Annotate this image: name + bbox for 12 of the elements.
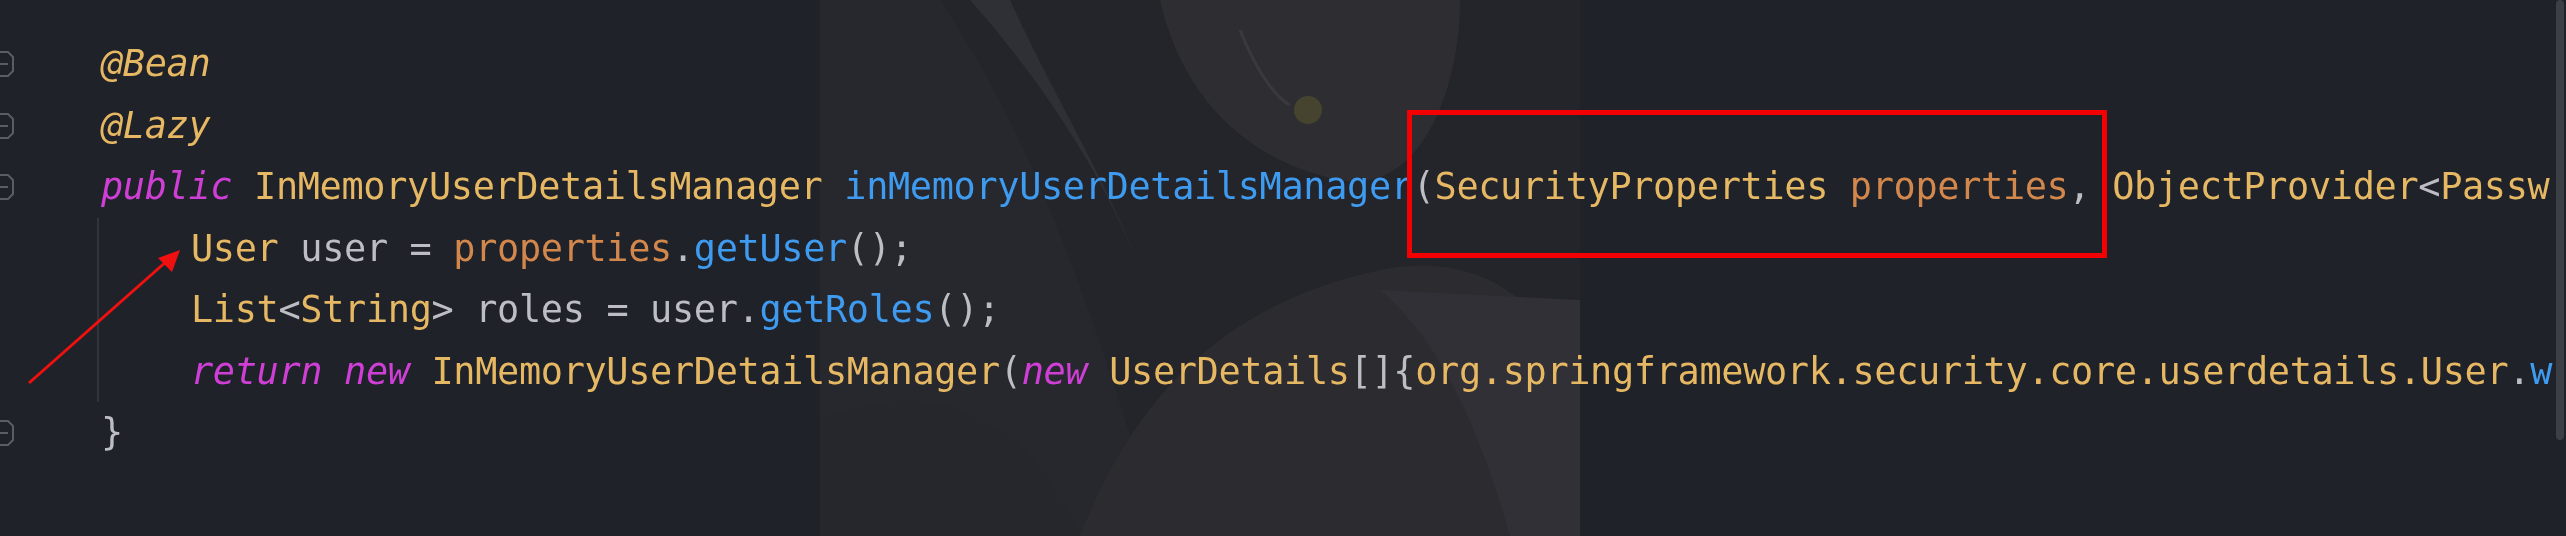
scrollbar[interactable] <box>2556 0 2564 440</box>
code-line: public InMemoryUserDetailsManager inMemoryUserDetailsManager(SecurityProperties properties, ObjectProvider<Passw <box>101 165 2550 209</box>
code-line: } <box>101 411 123 455</box>
code-line: @Lazy <box>101 103 211 147</box>
fold-icon[interactable] <box>0 173 14 201</box>
code-line: @Bean <box>101 42 211 86</box>
fold-icon[interactable] <box>0 50 14 78</box>
fold-icon[interactable] <box>0 111 14 140</box>
code-line: return new InMemoryUserDetailsManager(new UserDetails[]{org.springframework.security.core.userdetails.User.w <box>191 349 2552 393</box>
code-line: List<String> roles = user.getRoles(); <box>191 288 1000 332</box>
fold-icon[interactable] <box>0 419 14 447</box>
code-line: User user = properties.getUser(); <box>191 226 913 270</box>
